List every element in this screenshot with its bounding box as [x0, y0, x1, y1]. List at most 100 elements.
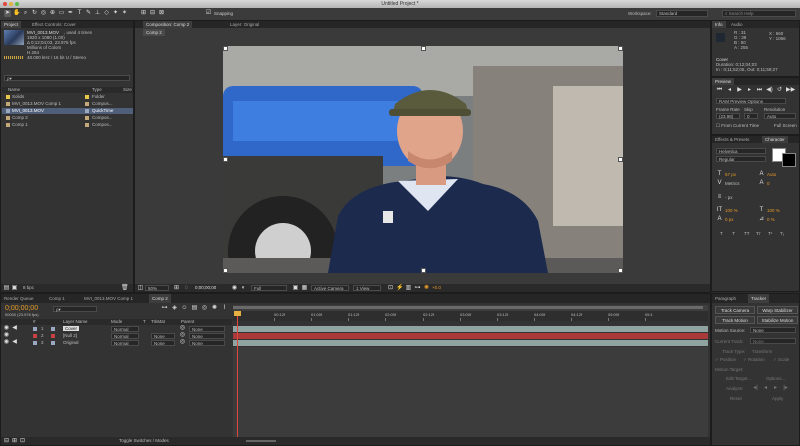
draft-3d-icon[interactable]: ◈ [171, 305, 178, 312]
toggle-pixel-aspect-icon[interactable]: ⊡ [387, 285, 394, 292]
ram-preview-icon[interactable]: ▶▶ [786, 87, 795, 94]
tab-character[interactable]: Character [762, 136, 788, 143]
faux-bold-button[interactable]: T [720, 231, 723, 236]
pick-whip-icon[interactable]: ◎ [179, 339, 186, 346]
brush-tool-icon[interactable]: ✎ [85, 10, 92, 17]
rectangle-tool-icon[interactable]: ▭ [58, 10, 65, 17]
exposure-value[interactable]: +0.0 [432, 285, 441, 290]
tab-info[interactable]: Info [712, 21, 726, 28]
analyze-forward-icon[interactable]: ▸ [772, 385, 779, 392]
column-trkmat[interactable]: TrkMat [151, 319, 165, 324]
track-matte-select[interactable]: None [151, 340, 175, 346]
stroke-color-swatch[interactable] [782, 153, 796, 167]
table-row[interactable]: ◉ ◀ 1 Cover Normal ◎ None [1, 325, 232, 332]
track-motion-button[interactable]: Track Motion [715, 316, 755, 324]
video-frame[interactable] [223, 46, 623, 273]
blend-mode-select[interactable]: Normal [111, 340, 139, 346]
layer-bar-cover[interactable] [233, 326, 708, 332]
from-current-time-checkbox[interactable]: ☐ From Current Time [716, 123, 759, 128]
tab-tracker[interactable]: Tracker [748, 294, 770, 303]
current-track-select[interactable]: None [750, 338, 796, 344]
bit-depth-label[interactable]: 8 bpc [23, 285, 34, 290]
transform-handle[interactable] [618, 46, 623, 51]
timeline-search-input[interactable]: ρ▾ [53, 306, 97, 312]
list-item[interactable]: MVI_0013.MOV Comp 1 Compos... [2, 101, 133, 107]
column-number[interactable]: # [33, 319, 36, 324]
transform-handle[interactable] [421, 46, 426, 51]
layer-bar-null[interactable] [233, 333, 708, 339]
small-caps-button[interactable]: Tт [756, 231, 761, 236]
column-t[interactable]: T [143, 319, 146, 324]
preview-resolution-select[interactable]: Auto [764, 113, 796, 119]
tab-preview[interactable]: Preview [712, 78, 735, 85]
toggle-switches-modes-button[interactable]: Toggle Switches / Modes [119, 438, 169, 443]
ram-preview-options-select[interactable]: RAM Preview Options [716, 98, 786, 104]
eye-icon[interactable]: ◉ [3, 339, 10, 346]
snapshot-icon[interactable]: ◉ [231, 285, 238, 292]
label-color-swatch[interactable] [85, 95, 89, 99]
scale-checkbox[interactable]: ✓ Scale [773, 357, 789, 362]
analyze-forward-frame-icon[interactable]: |▸ [782, 385, 789, 392]
first-frame-icon[interactable]: ⏮ [716, 87, 723, 94]
blend-mode-select[interactable]: Normal [111, 326, 139, 332]
layer-name[interactable]: Original [63, 340, 79, 345]
motion-blur-icon[interactable]: ◎ [201, 305, 208, 312]
magnification-select[interactable]: 50% [145, 285, 169, 291]
transform-handle[interactable] [618, 157, 623, 162]
warp-stabilizer-button[interactable]: Warp Stabilizer [757, 306, 798, 314]
next-frame-icon[interactable]: ▸ [746, 87, 753, 94]
leading-value[interactable]: Auto [767, 172, 776, 177]
brainstorm-icon[interactable]: ✺ [211, 305, 218, 312]
tab-composition[interactable]: Composition: Comp 2 [143, 21, 193, 28]
zoom-window-button[interactable] [15, 2, 19, 6]
play-icon[interactable]: ▶ [736, 87, 743, 94]
superscript-button[interactable]: T¹ [768, 231, 772, 236]
track-type-select[interactable]: Transform [752, 349, 772, 354]
type-tool-icon[interactable]: T [76, 10, 83, 17]
tab-layer[interactable]: Layer: Original [227, 21, 262, 28]
region-of-interest-icon[interactable]: ▣ [292, 285, 299, 292]
font-size-value[interactable]: 57 px [725, 172, 736, 177]
flowchart-icon[interactable]: ⊶ [414, 285, 421, 292]
hand-tool-icon[interactable]: ✋ [13, 10, 20, 17]
always-preview-icon[interactable]: ◫ [137, 285, 144, 292]
column-parent[interactable]: Parent [181, 319, 194, 324]
transparency-grid-icon[interactable]: ▦ [301, 285, 308, 292]
show-channel-icon[interactable]: ◐ [240, 285, 247, 292]
tab-render-queue[interactable]: Render Queue [1, 294, 37, 303]
eraser-tool-icon[interactable]: ◇ [103, 10, 110, 17]
position-checkbox[interactable]: ✓ Position [715, 357, 736, 362]
search-help-input[interactable]: ⌕ Search Help [722, 10, 796, 17]
layer-label-swatch[interactable] [33, 327, 37, 331]
frame-rate-select[interactable]: (23.98) [716, 113, 740, 119]
pan-behind-tool-icon[interactable]: ⊕ [49, 10, 56, 17]
roto-brush-tool-icon[interactable]: ✦ [112, 10, 119, 17]
column-mode[interactable]: Mode [111, 319, 122, 324]
table-row[interactable]: ◉ 2 [Null 2] Normal None ◎ None [1, 332, 232, 339]
selection-tool-icon[interactable]: ➤ [4, 10, 11, 17]
layer-label-swatch[interactable] [33, 341, 37, 345]
zoom-slider[interactable] [246, 440, 276, 442]
column-layer-name[interactable]: Layer Name [63, 319, 88, 324]
frame-blending-icon[interactable]: ▤ [191, 305, 198, 312]
blend-mode-select[interactable]: Normal [111, 333, 139, 339]
current-time-indicator[interactable] [237, 311, 238, 437]
hide-shy-layers-icon[interactable]: ☺ [181, 305, 188, 312]
vertical-scale-value[interactable]: 100 % [725, 208, 738, 213]
new-folder-icon[interactable]: ▣ [11, 285, 18, 292]
exposure-icon[interactable]: ✺ [423, 285, 430, 292]
track-matte-select[interactable]: None [151, 333, 175, 339]
motion-source-select[interactable]: None [750, 327, 796, 333]
transform-handle[interactable] [618, 268, 623, 273]
faux-italic-button[interactable]: T [732, 231, 735, 236]
resolution-select[interactable]: Full [251, 285, 287, 291]
zoom-tool-icon[interactable]: ⌕ [22, 10, 29, 17]
font-family-select[interactable]: Helvetica [716, 148, 766, 154]
mute-audio-icon[interactable]: ◀) [766, 87, 773, 94]
comp-mini-flowchart-icon[interactable]: ⊶ [161, 305, 168, 312]
list-item[interactable]: Comp 1 Compos... [2, 122, 133, 128]
apply-button[interactable]: Apply [772, 396, 783, 401]
rotate-tool-icon[interactable]: ↻ [31, 10, 38, 17]
timeline-timecode[interactable]: 0;00;00;00 [5, 305, 38, 312]
full-screen-checkbox[interactable]: Full Screen [774, 123, 797, 128]
